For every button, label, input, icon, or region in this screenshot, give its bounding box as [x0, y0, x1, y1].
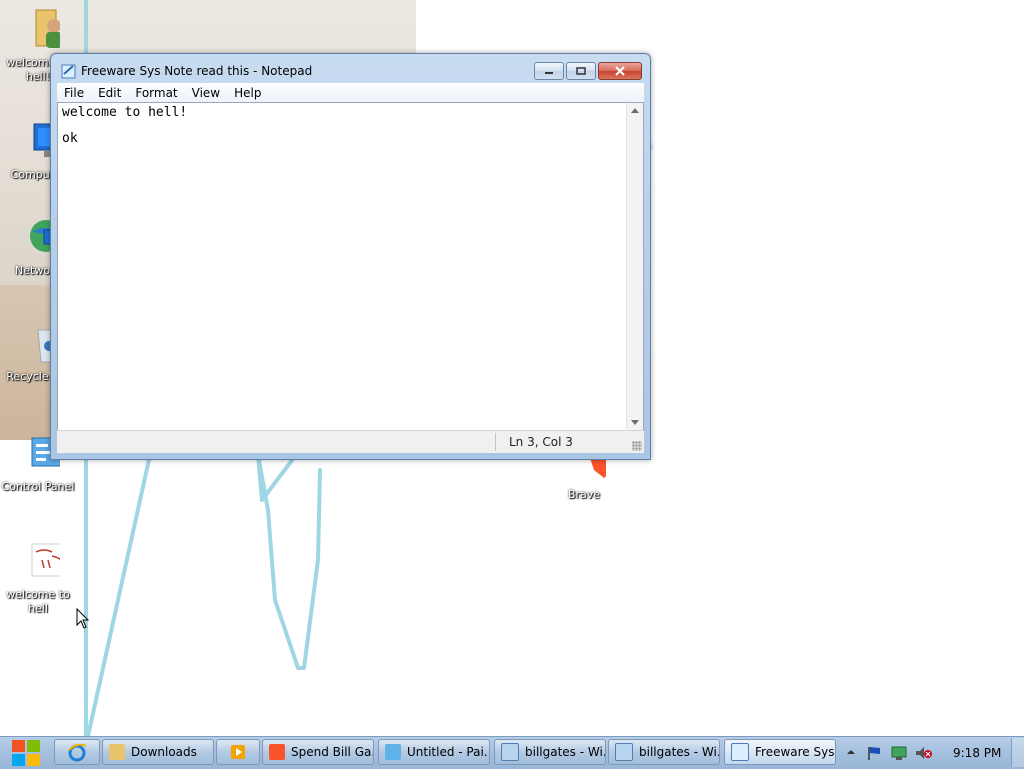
status-bar: Ln 3, Col 3	[57, 430, 644, 453]
notepad-window[interactable]: Freeware Sys Note read this - Notepad Fi…	[50, 53, 651, 460]
menu-bar: File Edit Format View Help	[57, 83, 644, 102]
text-editor[interactable]: welcome to hell! ok	[57, 102, 644, 431]
taskbar-label: Untitled - Pai...	[407, 745, 490, 759]
folder-icon	[109, 744, 125, 760]
cursor-position: Ln 3, Col 3	[509, 435, 573, 449]
taskbar-paint[interactable]: Untitled - Pai...	[378, 739, 490, 765]
taskbar-brave[interactable]: Spend Bill Ga...	[262, 739, 374, 765]
taskbar-billgates-1[interactable]: billgates - Wi...	[494, 739, 606, 765]
taskbar: Downloads Spend Bill Ga... Untitled - Pa…	[0, 736, 1024, 769]
notepad-icon	[61, 64, 76, 79]
scroll-up-icon[interactable]	[631, 108, 639, 113]
taskbar-media-player[interactable]	[216, 739, 260, 765]
resize-grip-icon[interactable]	[632, 441, 642, 451]
minimize-button[interactable]	[534, 62, 564, 80]
menu-edit[interactable]: Edit	[91, 86, 128, 100]
desktop-icon-label: Control Panel	[1, 480, 75, 493]
clock[interactable]: 9:18 PM	[953, 746, 1001, 760]
scroll-down-icon[interactable]	[631, 420, 639, 425]
taskbar-label: billgates - Wi...	[639, 745, 720, 759]
windows-logo-icon	[12, 740, 40, 766]
taskbar-label: Spend Bill Ga...	[291, 745, 374, 759]
internet-explorer-icon	[68, 743, 87, 762]
network-tray-icon[interactable]	[890, 745, 908, 761]
image-viewer-icon	[615, 743, 633, 761]
editor-content[interactable]: welcome to hell! ok	[62, 106, 623, 145]
taskbar-downloads[interactable]: Downloads	[102, 739, 214, 765]
taskbar-label: Downloads	[131, 745, 197, 759]
status-separator	[495, 433, 496, 451]
taskbar-label: billgates - Wi...	[525, 745, 606, 759]
menu-format[interactable]: Format	[128, 86, 184, 100]
close-button[interactable]	[598, 62, 642, 80]
vertical-scrollbar[interactable]	[626, 103, 643, 430]
title-bar[interactable]: Freeware Sys Note read this - Notepad	[51, 54, 650, 86]
show-hidden-icons-icon[interactable]	[846, 747, 856, 757]
show-desktop-button[interactable]	[1011, 738, 1024, 767]
volume-muted-icon[interactable]	[914, 745, 932, 761]
notepad-icon	[731, 743, 749, 761]
media-player-icon	[231, 745, 245, 759]
user-folder-icon	[16, 8, 62, 52]
action-center-flag-icon[interactable]	[866, 745, 882, 761]
taskbar-internet-explorer[interactable]	[54, 739, 100, 765]
close-icon	[615, 66, 625, 76]
minimize-icon	[545, 72, 553, 74]
start-button[interactable]	[6, 738, 46, 768]
desktop-icon-label: Brave	[567, 488, 601, 501]
taskbar-billgates-2[interactable]: billgates - Wi...	[608, 739, 720, 765]
paint-icon	[385, 744, 401, 760]
brave-icon	[269, 744, 285, 760]
image-file-icon	[16, 540, 75, 584]
image-viewer-icon	[501, 743, 519, 761]
menu-view[interactable]: View	[185, 86, 227, 100]
desktop-icon-label: welcome to hell	[6, 588, 70, 615]
taskbar-notepad[interactable]: Freeware Sys...	[724, 739, 836, 765]
mouse-cursor-icon	[76, 608, 90, 629]
maximize-button[interactable]	[566, 62, 596, 80]
taskbar-label: Freeware Sys...	[755, 745, 835, 759]
window-title: Freeware Sys Note read this - Notepad	[81, 64, 313, 78]
desktop-icon-welcome-image[interactable]: welcome to hell	[0, 540, 78, 616]
menu-file[interactable]: File	[57, 86, 91, 100]
menu-help[interactable]: Help	[227, 86, 268, 100]
maximize-icon	[576, 67, 586, 75]
